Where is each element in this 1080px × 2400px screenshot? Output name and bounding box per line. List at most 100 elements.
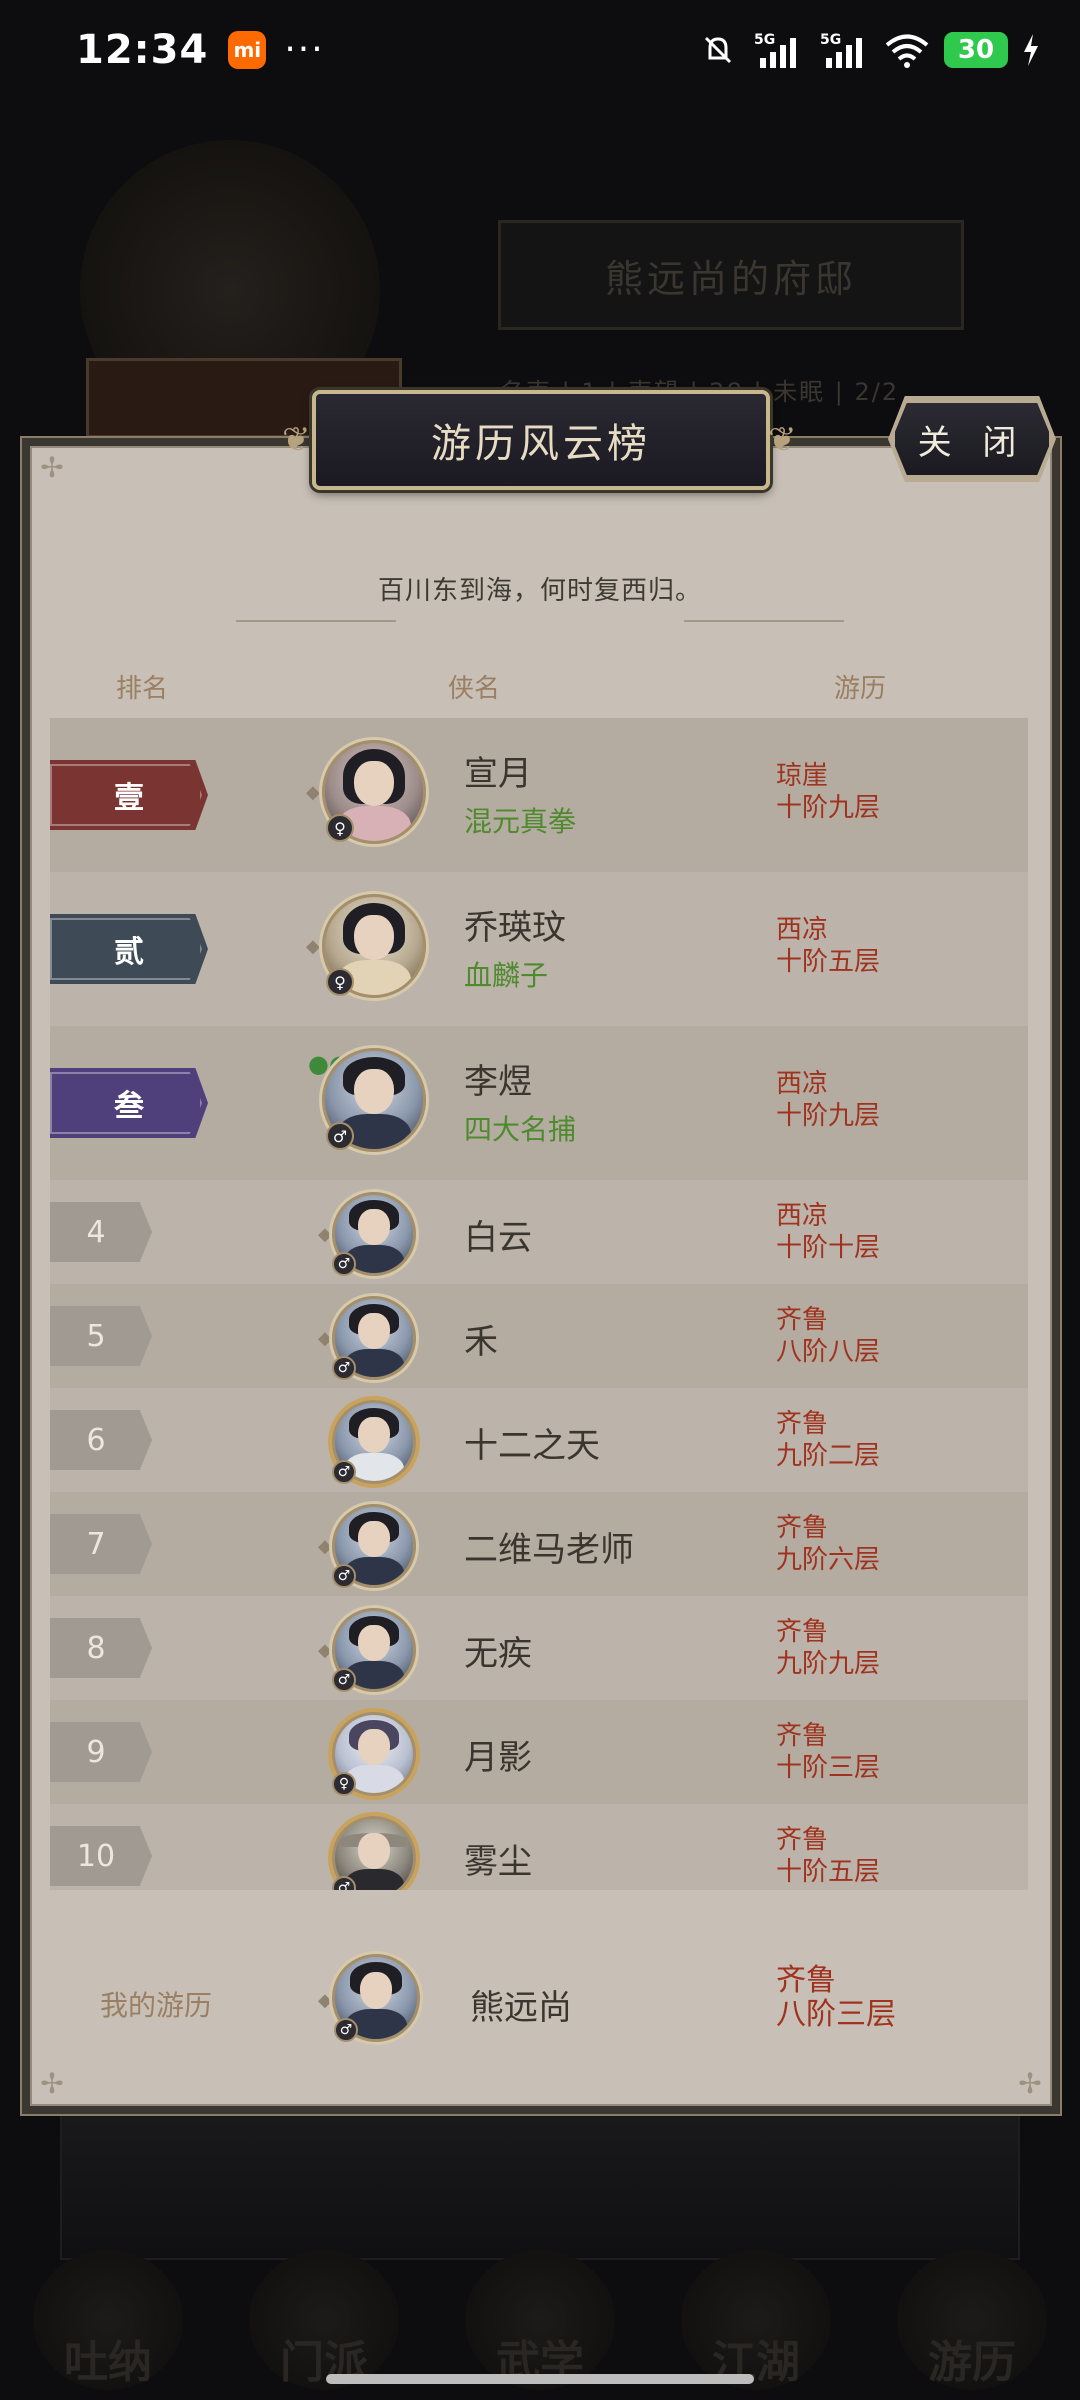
journey-progress: 齐鲁 十阶三层 [776, 1720, 880, 1784]
rank-label: 6 [50, 1410, 152, 1470]
rank-label: 10 [50, 1826, 152, 1886]
subtitle-divider-right [684, 612, 844, 622]
gender-female-icon: ♀ [326, 968, 354, 996]
wifi-icon [885, 34, 929, 68]
avatar-ornament-icon: ◆ [318, 1536, 332, 1557]
my-ranking-label: 我的游历 [100, 1989, 213, 2022]
journey-level: 十阶十层 [776, 1233, 881, 1263]
player-title: 血麟子 [464, 959, 549, 992]
journey-region: 西凉 [776, 1069, 829, 1099]
journey-progress: 齐鲁 九阶二层 [776, 1408, 880, 1472]
signal-5g-icon-2: 5G [820, 32, 862, 68]
nav-youli: 游历 [897, 2250, 1047, 2390]
journey-region: 齐鲁 [776, 1825, 829, 1855]
signal-2-label: 5G [820, 32, 841, 48]
journey-progress: 西凉 十阶五层 [776, 914, 880, 978]
title-ornament-left-icon: ❦ [282, 420, 311, 460]
journey-progress: 齐鲁 九阶九层 [776, 1616, 880, 1680]
more-notifications-icon: ··· [284, 29, 325, 70]
journey-region: 齐鲁 [776, 1617, 829, 1647]
player-name: 白云 [464, 1218, 532, 1258]
ranking-row[interactable]: 5 ◆ ♂ 禾 齐鲁 八阶八层 [50, 1284, 1028, 1388]
gender-male-icon: ♂ [332, 1356, 356, 1380]
corner-ornament-icon: ✢ [40, 2067, 64, 2100]
ranking-row[interactable]: 壹 ◆ ♀ 宣月 混元真拳 琼崖 十阶九层 [50, 718, 1028, 872]
player-name: 二维马老师 [464, 1530, 634, 1570]
corner-ornament-icon: ✢ [40, 451, 64, 484]
journey-level: 八阶八层 [776, 1337, 881, 1367]
column-header-journey: 游历 [834, 674, 887, 704]
avatar-ornament-icon: ◆ [306, 782, 320, 803]
nav-tuna: 吐纳 [33, 2250, 183, 2390]
close-button[interactable]: 关 闭 [892, 400, 1052, 478]
rank-banner: 壹 [50, 760, 208, 830]
battery-indicator: 30 [944, 32, 1008, 68]
my-journey-region: 齐鲁 [776, 1963, 836, 1998]
ranking-list[interactable]: 壹 ◆ ♀ 宣月 混元真拳 琼崖 十阶九层 贰 ◆ ♀ 乔瑛玟 血麟子 西凉 十… [50, 718, 1028, 1890]
journey-region: 西凉 [776, 1201, 829, 1231]
rank-label: 贰 [114, 935, 144, 970]
player-name: 禾 [464, 1322, 498, 1362]
journey-level: 十阶三层 [776, 1753, 881, 1783]
gender-male-icon: ♂ [332, 1252, 356, 1276]
player-title: 四大名捕 [464, 1113, 577, 1146]
journey-region: 琼崖 [776, 761, 829, 791]
ranking-row[interactable]: 9 ♀ 月影 齐鲁 十阶三层 [50, 1700, 1028, 1804]
rank-label: 7 [50, 1514, 152, 1574]
journey-region: 齐鲁 [776, 1409, 829, 1439]
my-journey-progress: 齐鲁 八阶三层 [776, 1964, 896, 2032]
home-indicator[interactable] [326, 2374, 754, 2384]
nav-menpai: 门派 [249, 2250, 399, 2390]
my-ranking-row[interactable]: 我的游历 ◆ ♂ 熊远尚 齐鲁 八阶三层 [50, 1940, 1028, 2060]
title-ornament-right-icon: ❦ [768, 420, 797, 460]
player-name: 月影 [464, 1738, 532, 1778]
status-time: 12:34 [76, 27, 209, 73]
ranking-row[interactable]: 7 ◆ ♂ 二维马老师 齐鲁 九阶六层 [50, 1492, 1028, 1596]
journey-progress: 西凉 十阶九层 [776, 1068, 880, 1132]
ranking-row[interactable]: 贰 ◆ ♀ 乔瑛玟 血麟子 西凉 十阶五层 [50, 872, 1028, 1026]
journey-level: 十阶五层 [776, 1857, 881, 1887]
column-header-rank: 排名 [116, 674, 169, 704]
rank-label: 5 [50, 1306, 152, 1366]
gender-male-icon: ♂ [326, 1122, 354, 1150]
player-name: 十二之天 [464, 1426, 600, 1466]
avatar-ornament-icon: ◆ [318, 1224, 332, 1245]
gender-male-icon: ♂ [332, 1460, 356, 1484]
player-name: 李煜 [464, 1062, 532, 1102]
modal-title: 游历风云榜 [312, 390, 770, 490]
ranking-row[interactable]: 10 ♂ 雾尘 齐鲁 十阶五层 [50, 1804, 1028, 1890]
column-header-name: 侠名 [448, 674, 501, 704]
avatar-ornament-icon: ◆ [306, 936, 320, 957]
journey-progress: 齐鲁 九阶六层 [776, 1512, 880, 1576]
corner-ornament-icon: ✢ [1018, 2067, 1042, 2100]
ranking-row[interactable]: 8 ◆ ♂ 无疾 齐鲁 九阶九层 [50, 1596, 1028, 1700]
journey-level: 九阶六层 [776, 1545, 881, 1575]
signal-1-label: 5G [754, 32, 775, 48]
journey-level: 九阶二层 [776, 1441, 881, 1471]
charging-icon [1024, 34, 1038, 66]
signal-5g-icon-1: 5G [754, 32, 796, 68]
avatar-ornament-icon: ◆ [318, 1640, 332, 1661]
ranking-row[interactable]: 4 ◆ ♂ 白云 西凉 十阶十层 [50, 1180, 1028, 1284]
player-name: 无疾 [464, 1634, 532, 1674]
gender-female-icon: ♀ [326, 814, 354, 842]
gender-male-icon: ♂ [332, 1668, 356, 1692]
player-title: 混元真拳 [464, 805, 577, 838]
journey-level: 十阶九层 [776, 1101, 881, 1131]
avatar-ornament-icon: ◆ [318, 1328, 332, 1349]
rank-label: 9 [50, 1722, 152, 1782]
gender-female-icon: ♀ [332, 1772, 356, 1796]
journey-region: 西凉 [776, 915, 829, 945]
ranking-row[interactable]: 6 ♂ 十二之天 齐鲁 九阶二层 [50, 1388, 1028, 1492]
journey-level: 九阶九层 [776, 1649, 881, 1679]
status-bar: 12:34 mi ··· 5G 5G 30 [0, 0, 1080, 100]
rank-banner: 贰 [50, 914, 208, 984]
journey-level: 十阶五层 [776, 947, 881, 977]
bottom-scene [60, 2100, 1020, 2260]
ranking-row[interactable]: 叁 ●● ♂ 李煜 四大名捕 西凉 十阶九层 [50, 1026, 1028, 1180]
journey-progress: 齐鲁 十阶五层 [776, 1824, 880, 1888]
my-name: 熊远尚 [470, 1988, 572, 2028]
nav-wuxue: 武学 [465, 2250, 615, 2390]
my-journey-level: 八阶三层 [776, 1997, 896, 2032]
player-name: 雾尘 [464, 1842, 532, 1882]
